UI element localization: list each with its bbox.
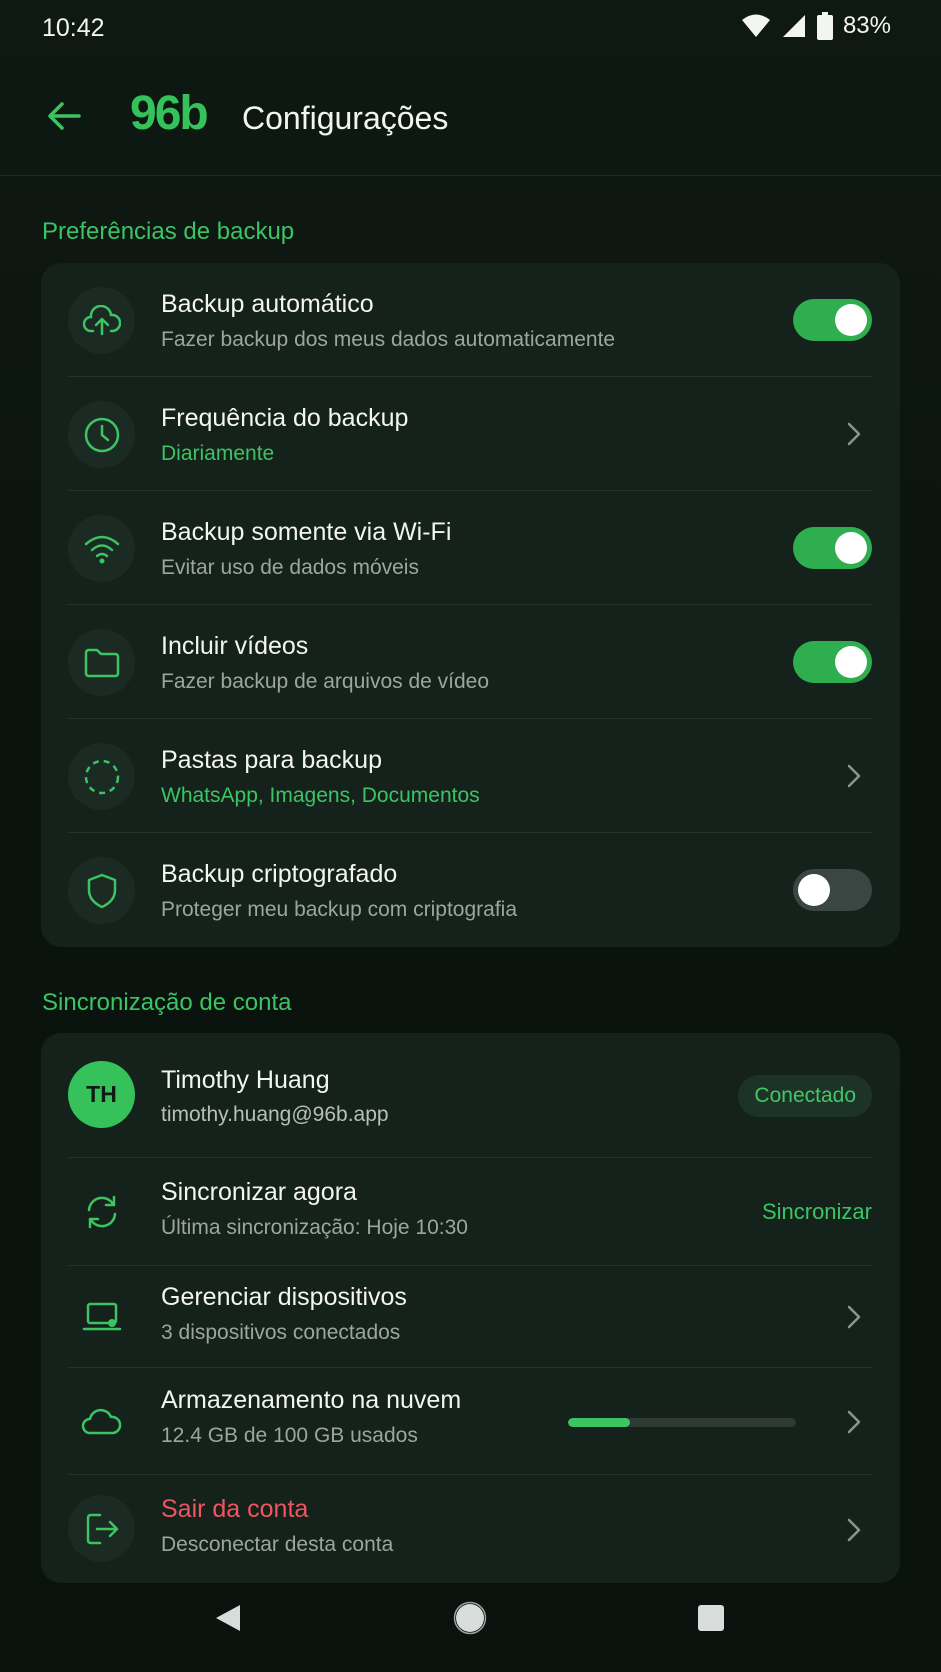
storage-progress-fill [568, 1418, 630, 1427]
folder-icon [68, 629, 135, 696]
chevron-right-icon [842, 1302, 866, 1332]
sync-section-title: Sincronização de conta [42, 989, 292, 1016]
logout-icon [68, 1495, 135, 1562]
cloud-storage-row[interactable]: Armazenamento na nuvem 12.4 GB de 100 GB… [41, 1368, 900, 1475]
battery-percentage: 83% [842, 12, 891, 39]
setting-subtitle: Evitar uso de dados móveis [161, 556, 419, 579]
back-button[interactable] [40, 96, 88, 140]
account-row: TH Timothy Huang timothy.huang@96b.app C… [41, 1033, 900, 1158]
manage-devices-row[interactable]: Gerenciar dispositivos 3 dispositivos co… [41, 1266, 900, 1368]
setting-row-backup-frequency[interactable]: Frequência do backup Diariamente [41, 377, 900, 491]
account-sync-card: TH Timothy Huang timothy.huang@96b.app C… [41, 1033, 900, 1583]
toggle-knob [835, 646, 867, 678]
sync-icon [68, 1178, 135, 1245]
setting-row-include-videos[interactable]: Incluir vídeos Fazer backup de arquivos … [41, 605, 900, 719]
home-circle-icon[interactable] [450, 1598, 490, 1638]
setting-title: Pastas para backup [161, 746, 382, 774]
logout-title: Sair da conta [161, 1495, 309, 1523]
status-badge: Conectado [738, 1075, 872, 1117]
battery-icon [816, 12, 833, 40]
setting-value: WhatsApp, Imagens, Documentos [161, 784, 480, 807]
setting-title: Backup criptografado [161, 860, 398, 888]
auto-backup-toggle[interactable] [793, 299, 872, 341]
app-logo: 96b [130, 87, 209, 140]
storage-progress-bar [568, 1418, 796, 1427]
setting-row-auto-backup[interactable]: Backup automático Fazer backup dos meus … [41, 263, 900, 377]
page-title: Configurações [242, 100, 449, 136]
toggle-knob [798, 874, 830, 906]
laptop-icon [68, 1283, 135, 1350]
clock-icon [68, 401, 135, 468]
backup-preferences-card: Backup automático Fazer backup dos meus … [41, 263, 900, 947]
arrow-left-icon [47, 101, 81, 136]
setting-title: Armazenamento na nuvem [161, 1386, 462, 1414]
toggle-knob [835, 532, 867, 564]
wifi-only-toggle[interactable] [793, 527, 872, 569]
setting-title: Incluir vídeos [161, 632, 309, 660]
status-time: 10:42 [42, 14, 105, 42]
setting-row-backup-folders[interactable]: Pastas para backup WhatsApp, Imagens, Do… [41, 719, 900, 833]
toggle-knob [835, 304, 867, 336]
account-email: timothy.huang@96b.app [161, 1103, 389, 1126]
setting-value: Diariamente [161, 442, 275, 465]
cell-signal-icon [781, 13, 807, 39]
chevron-right-icon [842, 1407, 866, 1437]
sync-now-button[interactable]: Sincronizar [762, 1199, 872, 1225]
setting-title: Frequência do backup [161, 404, 409, 432]
setting-subtitle: 3 dispositivos conectados [161, 1321, 401, 1344]
setting-title: Backup somente via Wi-Fi [161, 518, 452, 546]
chevron-right-icon [842, 419, 866, 449]
setting-row-encrypted-backup[interactable]: Backup criptografado Proteger meu backup… [41, 833, 900, 947]
backup-section-title: Preferências de backup [42, 218, 295, 245]
account-name: Timothy Huang [161, 1066, 330, 1094]
back-triangle-icon[interactable] [208, 1598, 248, 1638]
storage-usage-text: 12.4 GB de 100 GB usados [161, 1424, 418, 1447]
include-videos-toggle[interactable] [793, 641, 872, 683]
setting-row-wifi-only[interactable]: Backup somente via Wi-Fi Evitar uso de d… [41, 491, 900, 605]
status-icons: 83% [741, 12, 891, 40]
chevron-right-icon [842, 1515, 866, 1545]
cloud-upload-icon [68, 287, 135, 354]
encrypted-backup-toggle[interactable] [793, 869, 872, 911]
setting-title: Gerenciar dispositivos [161, 1283, 407, 1311]
cloud-icon [68, 1387, 135, 1454]
recents-square-icon[interactable] [691, 1598, 731, 1638]
dashed-circle-icon [68, 743, 135, 810]
avatar: TH [68, 1061, 135, 1128]
settings-screen: 10:42 83% 96b Configurações Preferências… [0, 0, 941, 1672]
last-sync-text: Última sincronização: Hoje 10:30 [161, 1216, 468, 1239]
status-bar: 10:42 83% [0, 0, 941, 58]
app-bar: 96b Configurações [0, 58, 941, 176]
setting-subtitle: Proteger meu backup com criptografia [161, 898, 518, 921]
setting-title: Backup automático [161, 290, 374, 318]
shield-icon [68, 857, 135, 924]
chevron-right-icon [842, 761, 866, 791]
setting-title: Sincronizar agora [161, 1178, 357, 1206]
system-nav-bar [0, 1562, 941, 1672]
wifi-icon [68, 515, 135, 582]
setting-subtitle: Fazer backup de arquivos de vídeo [161, 670, 490, 693]
setting-subtitle: Desconectar desta conta [161, 1533, 394, 1556]
sync-now-row: Sincronizar agora Última sincronização: … [41, 1158, 900, 1266]
setting-subtitle: Fazer backup dos meus dados automaticame… [161, 328, 616, 351]
wifi-signal-icon [741, 13, 771, 39]
